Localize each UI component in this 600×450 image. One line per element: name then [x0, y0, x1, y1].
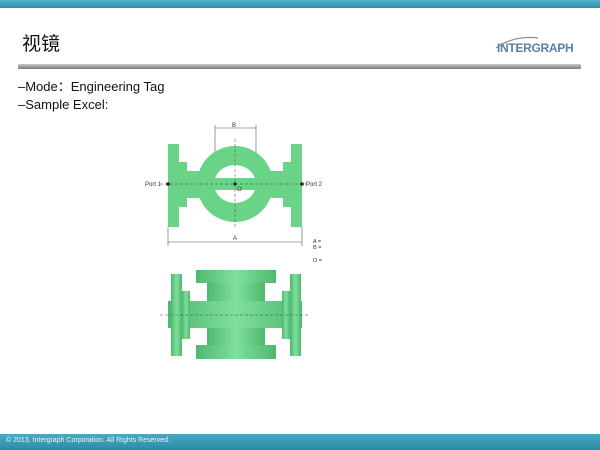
- side-view: [168, 270, 302, 359]
- bullet-list: –Mode：Engineering Tag –Sample Excel:: [18, 78, 164, 114]
- copyright-text: © 2013, Intergraph Corporation. All Righ…: [6, 437, 170, 444]
- title-divider: [18, 64, 581, 69]
- legend-o: O =: [313, 258, 322, 264]
- bullet-sample-excel: –Sample Excel:: [18, 97, 109, 112]
- svg-text:INTERGRAPH: INTERGRAPH: [497, 41, 573, 55]
- top-accent-bar: [0, 0, 600, 8]
- legend-b: B =: [313, 245, 321, 251]
- intergraph-logo: INTERGRAPH: [495, 36, 574, 55]
- slide-title: 视镜: [22, 33, 61, 55]
- dim-b-label: B: [232, 123, 236, 129]
- bullet-mode: –Mode：Engineering Tag: [18, 79, 165, 94]
- dim-a-label: A: [233, 236, 237, 242]
- sight-glass-drawing: B O Port 1 Port 2 A A = B = O =: [145, 123, 323, 359]
- port-1-point: [166, 182, 170, 186]
- port-2-point: [300, 182, 304, 186]
- center-point: [233, 182, 237, 186]
- center-label: O: [237, 187, 242, 193]
- port-2-label: Port 2: [306, 182, 323, 188]
- footer-bar: © 2013, Intergraph Corporation. All Righ…: [0, 434, 600, 450]
- port-1-label: Port 1: [145, 182, 162, 188]
- sight-glass-figure: B O Port 1 Port 2 A A = B = O =: [140, 115, 327, 374]
